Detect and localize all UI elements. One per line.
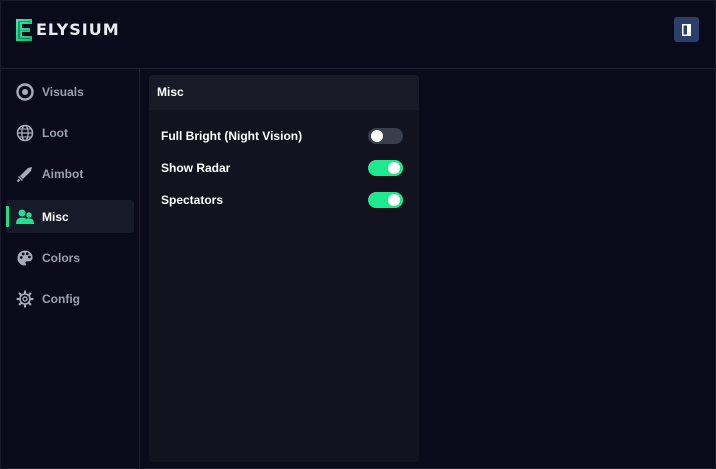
show-radar-toggle[interactable] [368,160,403,176]
users-icon [15,207,35,227]
misc-panel: Misc Full Bright (Night Vision) Show Rad… [149,75,419,462]
option-spectators: Spectators [161,190,403,210]
sidebar-item-loot[interactable]: Loot [6,116,134,149]
gear-icon [15,289,35,309]
sidebar-item-label: Loot [42,125,68,140]
logo-e-icon [14,17,34,43]
full-bright-toggle[interactable] [368,128,403,144]
door-exit-icon [682,23,691,36]
option-full-bright: Full Bright (Night Vision) [161,126,403,146]
exit-button[interactable] [674,17,699,42]
sidebar-item-label: Visuals [42,84,84,99]
sidebar-item-label: Config [42,291,80,306]
spectators-toggle[interactable] [368,192,403,208]
app-window: ELYSIUM Visuals Loot Aimbot Misc Colors … [0,0,716,469]
panel-title: Misc [149,75,419,110]
option-show-radar: Show Radar [161,158,403,178]
sidebar-item-aimbot[interactable]: Aimbot [6,157,134,190]
option-label: Show Radar [161,161,231,175]
globe-icon [15,123,35,143]
palette-icon [15,248,35,268]
sidebar-item-label: Colors [42,250,81,265]
sidebar-item-config[interactable]: Config [6,282,134,315]
option-label: Spectators [161,193,224,207]
sidebar-item-misc[interactable]: Misc [6,200,134,233]
sword-icon [15,164,35,184]
sidebar-item-label: Aimbot [42,166,84,181]
sidebar-item-label: Misc [42,209,69,224]
sidebar: Visuals Loot Aimbot Misc Colors Config [1,69,140,469]
sidebar-item-colors[interactable]: Colors [6,241,134,274]
app-title: ELYSIUM [36,20,120,39]
sidebar-item-visuals[interactable]: Visuals [6,75,134,108]
eye-circle-icon [15,82,35,102]
toggle-knob [388,162,400,174]
logo: ELYSIUM [14,17,120,43]
option-label: Full Bright (Night Vision) [161,129,303,143]
toggle-knob [388,194,400,206]
toggle-knob [371,130,383,142]
top-bar: ELYSIUM [1,1,715,69]
